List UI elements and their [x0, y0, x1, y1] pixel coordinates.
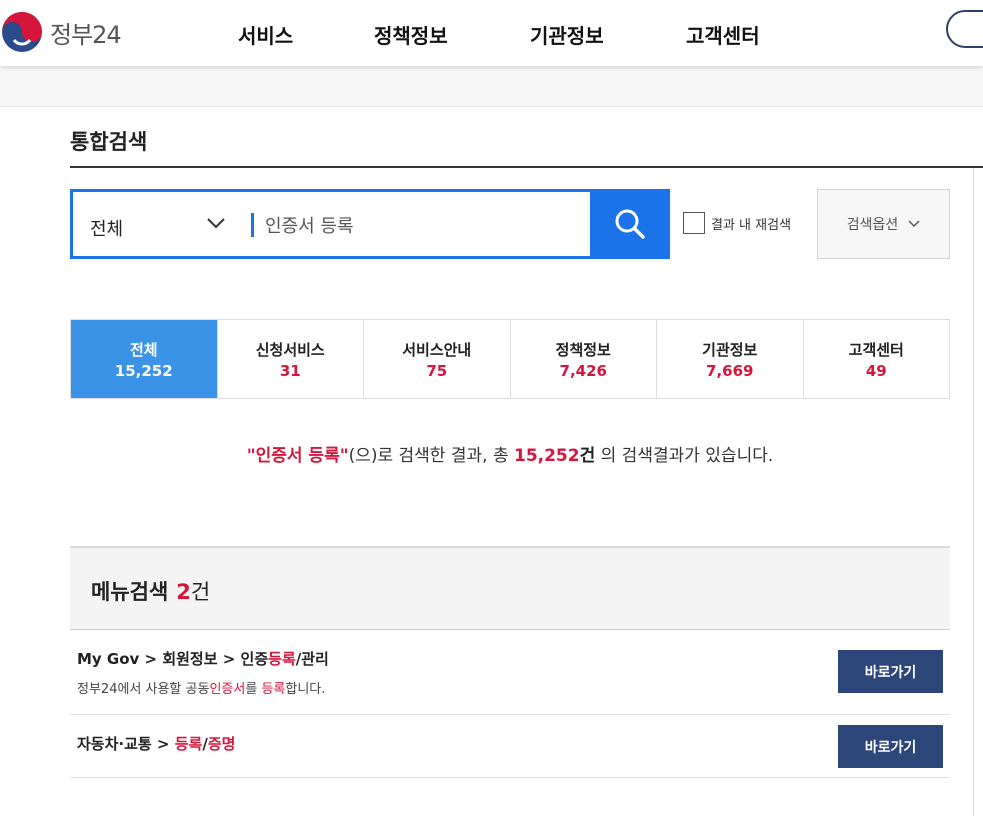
category-tabs: 전체 15,252 신청서비스 31 서비스안내 75 정책정보 7,426 기…	[70, 319, 950, 399]
logo[interactable]: 정부24	[0, 8, 122, 56]
title-divider	[70, 166, 983, 168]
tab-name: 기관정보	[702, 340, 758, 359]
result-path[interactable]: My Gov > 회원정보 > 인증등록/관리	[77, 648, 329, 669]
desc-highlight: 등록	[261, 682, 286, 697]
content-right-border	[973, 168, 974, 816]
tab-name: 정책정보	[555, 340, 611, 359]
summary-query: "인증서 등록"	[246, 446, 349, 466]
tab-count: 7,669	[706, 361, 754, 380]
subheader-band	[0, 66, 983, 107]
chevron-down-icon	[908, 220, 920, 228]
search-button[interactable]	[590, 189, 670, 259]
tab-count: 49	[865, 361, 887, 380]
tab-service-guide[interactable]: 서비스안내 75	[363, 320, 510, 398]
search-icon	[615, 209, 645, 239]
path-text: /관리	[295, 650, 329, 668]
desc-text: 정부24에서 사용할 공동	[77, 682, 210, 697]
list-item: 자동차·교통 > 등록/증명 바로가기	[70, 715, 950, 778]
summary-text: (으)로 검색한 결과, 총	[348, 446, 514, 466]
search-options-button[interactable]: 검색옵션	[817, 189, 950, 259]
menu-search-label: 메뉴검색	[91, 580, 169, 604]
search-divider	[251, 213, 254, 237]
nav-item-policy[interactable]: 정책정보	[374, 20, 448, 49]
nav-item-services[interactable]: 서비스	[238, 20, 293, 49]
tab-policy-info[interactable]: 정책정보 7,426	[509, 320, 656, 398]
chevron-down-icon[interactable]	[206, 216, 226, 230]
result-path[interactable]: 자동차·교통 > 등록/증명	[77, 733, 235, 754]
summary-total: 15,252	[513, 446, 580, 466]
recheck-checkbox[interactable]	[683, 212, 705, 234]
tab-count: 7,426	[559, 361, 607, 380]
summary-text-end: 의 검색결과가 있습니다.	[595, 446, 774, 466]
path-text: 자동차·교통 >	[77, 735, 175, 753]
search-scope-select[interactable]: 전체	[90, 215, 123, 241]
tab-agency-info[interactable]: 기관정보 7,669	[656, 320, 803, 398]
tab-application-services[interactable]: 신청서비스 31	[216, 320, 363, 398]
result-description: 정부24에서 사용할 공동인증서를 등록합니다.	[77, 678, 325, 697]
summary-unit: 건	[579, 446, 596, 466]
site-header: 정부24 서비스 정책정보 기관정보 고객센터	[0, 0, 983, 66]
logo-text: 정부24	[50, 20, 122, 49]
go-button[interactable]: 바로가기	[838, 725, 943, 768]
list-item: My Gov > 회원정보 > 인증등록/관리 정부24에서 사용할 공동인증서…	[70, 630, 950, 715]
search-box: 전체	[70, 189, 590, 259]
tab-name: 고객센터	[848, 340, 904, 359]
nav-item-support[interactable]: 고객센터	[686, 20, 760, 49]
taegeuk-logo-icon	[2, 12, 42, 52]
search-options-label: 검색옵션	[846, 217, 899, 233]
desc-text: 합니다.	[285, 682, 326, 697]
tab-name: 서비스안내	[402, 340, 472, 359]
tab-count: 15,252	[114, 361, 173, 380]
path-highlight: 등록	[174, 735, 203, 753]
search-summary: "인증서 등록"(으)로 검색한 결과, 총 15,252건 의 검색결과가 있…	[0, 441, 983, 466]
go-button[interactable]: 바로가기	[838, 650, 943, 693]
menu-search-header: 메뉴검색 2건	[70, 546, 950, 630]
search-input[interactable]	[265, 210, 565, 240]
desc-highlight: 인증서	[209, 682, 246, 697]
nav-item-agency[interactable]: 기관정보	[530, 20, 604, 49]
tab-customer-center[interactable]: 고객센터 49	[802, 320, 949, 398]
header-pill-button[interactable]	[946, 10, 983, 48]
menu-search-title: 메뉴검색 2건	[91, 576, 210, 606]
path-text: My Gov > 회원정보 > 인증	[77, 650, 269, 668]
recheck-label: 결과 내 재검색	[711, 217, 792, 233]
recheck-option[interactable]: 결과 내 재검색	[683, 212, 791, 234]
menu-search-unit: 건	[190, 580, 211, 604]
path-highlight: 등록	[268, 650, 296, 668]
menu-search-count: 2	[176, 580, 191, 604]
path-highlight: 증명	[207, 735, 236, 753]
page-title: 통합검색	[70, 130, 148, 154]
tab-name: 전체	[129, 340, 158, 359]
tab-count: 31	[279, 361, 301, 380]
tab-count: 75	[426, 361, 448, 380]
tab-name: 신청서비스	[255, 340, 325, 359]
desc-text: 를	[245, 682, 262, 697]
tab-all[interactable]: 전체 15,252	[71, 320, 217, 398]
